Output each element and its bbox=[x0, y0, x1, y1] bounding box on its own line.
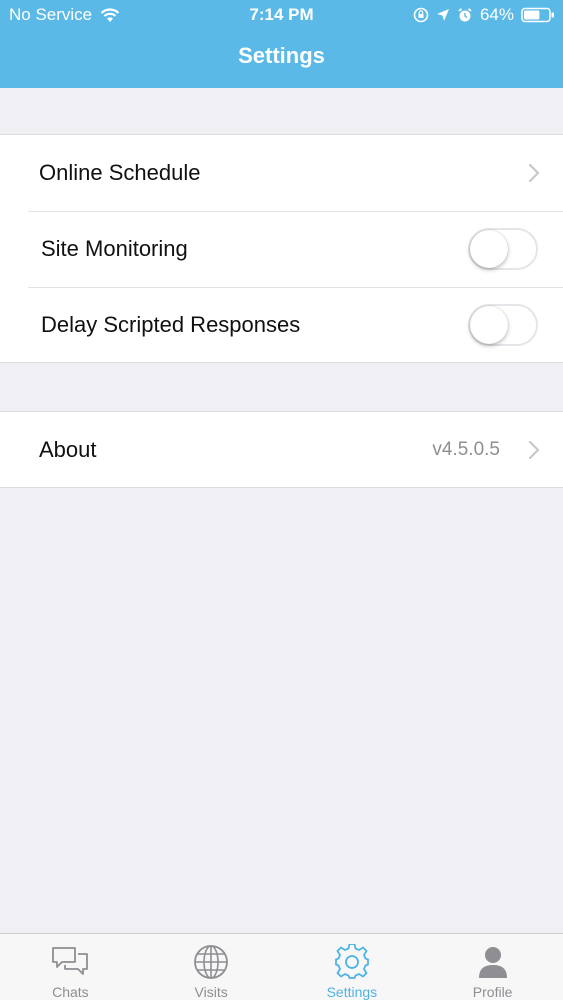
tab-label: Settings bbox=[326, 984, 378, 1000]
chevron-right-icon bbox=[527, 440, 541, 460]
toggle-knob bbox=[470, 230, 508, 268]
person-icon bbox=[473, 942, 513, 982]
battery-icon bbox=[521, 7, 555, 23]
tab-label: Profile bbox=[472, 984, 513, 1000]
gear-icon bbox=[332, 942, 372, 982]
tab-settings[interactable]: Settings bbox=[282, 934, 423, 1000]
globe-icon bbox=[191, 942, 231, 982]
about-label: About bbox=[39, 437, 97, 462]
tab-label: Chats bbox=[52, 984, 89, 1000]
tab-chats[interactable]: Chats bbox=[0, 934, 141, 1000]
delay-scripted-responses-row: Delay Scripted Responses bbox=[0, 287, 563, 363]
battery-percent: 64% bbox=[479, 5, 514, 24]
tab-visits[interactable]: Visits bbox=[141, 934, 282, 1000]
tab-profile[interactable]: Profile bbox=[422, 934, 563, 1000]
header: No Service 7:14 PM 64% Settings bbox=[0, 0, 563, 88]
delay-scripted-responses-label: Delay Scripted Responses bbox=[41, 312, 301, 337]
online-schedule-label: Online Schedule bbox=[39, 160, 201, 185]
screen-lock-icon bbox=[413, 7, 429, 23]
tab-label: Visits bbox=[194, 984, 228, 1000]
page-title: Settings bbox=[238, 43, 325, 68]
settings-group-about: About v4.5.0.5 bbox=[0, 411, 563, 488]
chat-bubbles-icon bbox=[50, 942, 90, 982]
toggle-knob bbox=[470, 306, 508, 344]
about-row[interactable]: About v4.5.0.5 bbox=[0, 412, 563, 488]
delay-scripted-responses-toggle[interactable] bbox=[468, 304, 538, 346]
alarm-icon bbox=[457, 7, 473, 23]
settings-group-main: Online Schedule Site Monitoring Delay Sc… bbox=[0, 134, 563, 363]
tab-bar: Chats Visits Settings Profile bbox=[0, 933, 563, 1000]
site-monitoring-row: Site Monitoring bbox=[0, 211, 563, 287]
site-monitoring-label: Site Monitoring bbox=[41, 236, 188, 261]
status-bar: No Service 7:14 PM 64% bbox=[0, 0, 563, 30]
version-value: v4.5.0.5 bbox=[432, 439, 500, 460]
site-monitoring-toggle[interactable] bbox=[468, 228, 538, 270]
location-icon bbox=[436, 8, 450, 22]
online-schedule-row[interactable]: Online Schedule bbox=[0, 135, 563, 211]
chevron-right-icon bbox=[527, 163, 541, 183]
